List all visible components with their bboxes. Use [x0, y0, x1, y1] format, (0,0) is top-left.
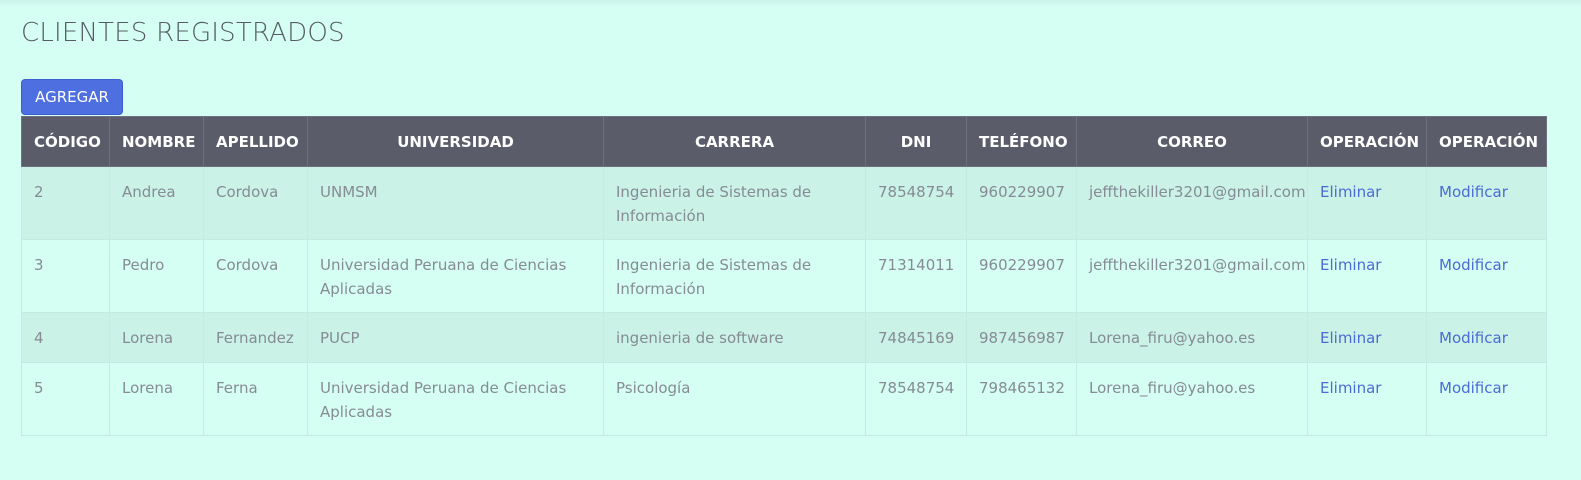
cell-telefono: 987456987 — [966, 312, 1077, 363]
edit-link[interactable]: Modificar — [1439, 379, 1508, 397]
header-correo: CORREO — [1076, 116, 1308, 167]
header-operacion-modificar: OPERACIÓN — [1426, 116, 1547, 167]
cell-codigo: 3 — [21, 239, 110, 313]
header-universidad: UNIVERSIDAD — [307, 116, 604, 167]
cell-dni: 78548754 — [865, 362, 967, 436]
header-dni: DNI — [865, 116, 967, 167]
cell-nombre: Lorena — [109, 312, 204, 363]
edit-link[interactable]: Modificar — [1439, 329, 1508, 347]
cell-apellido: Ferna — [203, 362, 308, 436]
cell-correo: jeffthekiller3201@gmail.com — [1076, 166, 1308, 240]
cell-telefono: 960229907 — [966, 239, 1077, 313]
header-nombre: NOMBRE — [109, 116, 204, 167]
cell-universidad: Universidad Peruana de Ciencias Aplicada… — [307, 239, 604, 313]
top-shadow — [0, 0, 1581, 8]
table-row: 4 Lorena Fernandez PUCP ingenieria de so… — [21, 312, 1547, 363]
cell-correo: Lorena_firu@yahoo.es — [1076, 312, 1308, 363]
delete-link[interactable]: Eliminar — [1320, 256, 1381, 274]
cell-modificar: Modificar — [1426, 312, 1547, 363]
cell-carrera: Psicología — [603, 362, 866, 436]
cell-dni: 78548754 — [865, 166, 967, 240]
cell-codigo: 2 — [21, 166, 110, 240]
cell-correo: Lorena_firu@yahoo.es — [1076, 362, 1308, 436]
cell-universidad: UNMSM — [307, 166, 604, 240]
cell-nombre: Lorena — [109, 362, 204, 436]
cell-telefono: 960229907 — [966, 166, 1077, 240]
cell-apellido: Cordova — [203, 239, 308, 313]
header-telefono: TELÉFONO — [966, 116, 1077, 167]
cell-codigo: 4 — [21, 312, 110, 363]
cell-dni: 74845169 — [865, 312, 967, 363]
clients-table: CÓDIGO NOMBRE APELLIDO UNIVERSIDAD CARRE… — [21, 116, 1547, 436]
cell-nombre: Andrea — [109, 166, 204, 240]
add-client-button[interactable]: AGREGAR — [21, 79, 123, 115]
page-title: CLIENTES REGISTRADOS — [21, 18, 345, 48]
cell-universidad: Universidad Peruana de Ciencias Aplicada… — [307, 362, 604, 436]
delete-link[interactable]: Eliminar — [1320, 329, 1381, 347]
edit-link[interactable]: Modificar — [1439, 183, 1508, 201]
cell-modificar: Modificar — [1426, 166, 1547, 240]
cell-telefono: 798465132 — [966, 362, 1077, 436]
header-apellido: APELLIDO — [203, 116, 308, 167]
cell-eliminar: Eliminar — [1307, 312, 1427, 363]
cell-universidad: PUCP — [307, 312, 604, 363]
header-codigo: CÓDIGO — [21, 116, 110, 167]
cell-modificar: Modificar — [1426, 239, 1547, 313]
cell-eliminar: Eliminar — [1307, 166, 1427, 240]
cell-apellido: Cordova — [203, 166, 308, 240]
cell-carrera: ingenieria de software — [603, 312, 866, 363]
table-row: 3 Pedro Cordova Universidad Peruana de C… — [21, 239, 1547, 313]
cell-apellido: Fernandez — [203, 312, 308, 363]
delete-link[interactable]: Eliminar — [1320, 379, 1381, 397]
cell-eliminar: Eliminar — [1307, 362, 1427, 436]
table-header-row: CÓDIGO NOMBRE APELLIDO UNIVERSIDAD CARRE… — [21, 116, 1547, 167]
edit-link[interactable]: Modificar — [1439, 256, 1508, 274]
table-row: 2 Andrea Cordova UNMSM Ingenieria de Sis… — [21, 166, 1547, 240]
header-operacion-eliminar: OPERACIÓN — [1307, 116, 1427, 167]
cell-eliminar: Eliminar — [1307, 239, 1427, 313]
cell-correo: jeffthekiller3201@gmail.com — [1076, 239, 1308, 313]
cell-carrera: Ingenieria de Sistemas de Información — [603, 239, 866, 313]
delete-link[interactable]: Eliminar — [1320, 183, 1381, 201]
cell-modificar: Modificar — [1426, 362, 1547, 436]
cell-nombre: Pedro — [109, 239, 204, 313]
cell-codigo: 5 — [21, 362, 110, 436]
cell-dni: 71314011 — [865, 239, 967, 313]
cell-carrera: Ingenieria de Sistemas de Información — [603, 166, 866, 240]
table-row: 5 Lorena Ferna Universidad Peruana de Ci… — [21, 362, 1547, 436]
header-carrera: CARRERA — [603, 116, 866, 167]
